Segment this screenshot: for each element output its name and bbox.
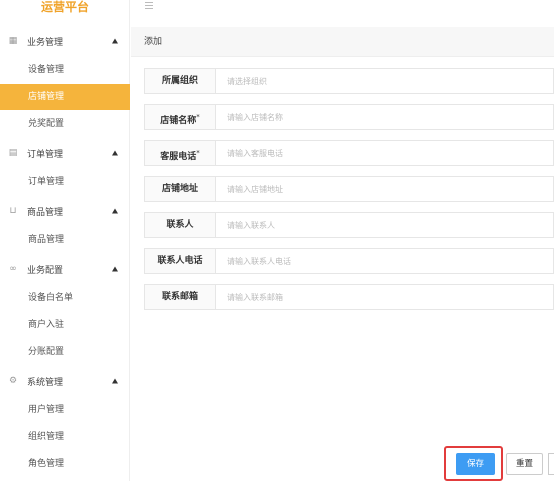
form-row-store-name: 店铺名称*: [144, 104, 554, 130]
field-label-contact-email: 联系邮箱: [145, 285, 216, 309]
sidebar-item-whitelist[interactable]: 设备白名单: [0, 285, 130, 311]
field-label-org: 所属组织: [145, 69, 216, 93]
form-row-contact-email: 联系邮箱: [144, 284, 554, 310]
field-label-store-name: 店铺名称*: [145, 105, 216, 129]
brand-title: 运营平台: [40, 0, 89, 14]
field-label-contact: 联系人: [145, 213, 216, 237]
binoculars-icon: ∞: [9, 264, 17, 274]
field-label-contact-phone: 联系人电话: [145, 249, 216, 273]
chevron-up-icon: [112, 150, 118, 156]
sidebar-item-orders[interactable]: 订单管理: [0, 169, 130, 195]
form-row-org: 所属组织: [144, 68, 554, 94]
sidebar-item-prize-config[interactable]: 兑奖配置: [0, 111, 130, 137]
field-label-address: 店铺地址: [145, 177, 216, 201]
contact-email-input[interactable]: [217, 285, 553, 309]
chevron-up-icon: [112, 208, 118, 214]
contact-phone-input[interactable]: [217, 249, 553, 273]
sidebar-group-config[interactable]: ∞ 业务配置: [0, 256, 130, 282]
chevron-up-icon: [112, 38, 118, 44]
gear-icon: ⚙: [8, 376, 18, 386]
sidebar-group-label: 系统管理: [27, 377, 64, 388]
contact-input[interactable]: [217, 213, 553, 237]
extra-button-partial[interactable]: [548, 453, 554, 475]
field-label-service-phone: 客服电话*: [145, 141, 216, 165]
menu-toggle-icon[interactable]: [145, 2, 153, 9]
sidebar-group-orders[interactable]: ▤ 订单管理: [0, 140, 130, 166]
sidebar-group-label: 商品管理: [27, 207, 64, 218]
sidebar-item-split-config[interactable]: 分账配置: [0, 339, 130, 365]
tab-add[interactable]: 添加: [144, 27, 162, 57]
cart-icon: ⊔: [9, 206, 17, 216]
sidebar-group-label: 业务配置: [27, 265, 64, 276]
sidebar-group-label: 订单管理: [27, 149, 64, 160]
save-button[interactable]: 保存: [456, 453, 495, 475]
service-phone-input[interactable]: [217, 141, 553, 165]
chevron-up-icon: [112, 378, 118, 384]
sidebar: 运营平台 ▦ 业务管理 设备管理 店铺管理 兑奖配置 ▤ 订单管理 订单管理 ⊔…: [0, 0, 130, 481]
sidebar-group-business[interactable]: ▦ 业务管理: [0, 28, 130, 54]
sidebar-item-store[interactable]: 店铺管理: [0, 84, 130, 110]
tab-bar: 添加: [131, 27, 554, 57]
sidebar-item-device[interactable]: 设备管理: [0, 57, 130, 83]
sidebar-group-system[interactable]: ⚙ 系统管理: [0, 368, 130, 394]
calendar-icon: ▤: [8, 148, 18, 158]
store-address-input[interactable]: [217, 177, 553, 201]
sidebar-item-products[interactable]: 商品管理: [0, 227, 130, 253]
chevron-up-icon: [112, 266, 118, 272]
sidebar-group-products[interactable]: ⊔ 商品管理: [0, 198, 130, 224]
org-select[interactable]: [217, 69, 553, 93]
reset-button[interactable]: 重置: [506, 453, 543, 475]
sidebar-group-label: 业务管理: [27, 37, 64, 48]
sidebar-item-users[interactable]: 用户管理: [0, 397, 130, 423]
form-row-service-phone: 客服电话*: [144, 140, 554, 166]
sidebar-item-merchant-onboard[interactable]: 商户入驻: [0, 312, 130, 338]
sidebar-item-roles[interactable]: 角色管理: [0, 451, 130, 477]
sidebar-item-orgs[interactable]: 组织管理: [0, 424, 130, 450]
form-row-contact-phone: 联系人电话: [144, 248, 554, 274]
store-name-input[interactable]: [217, 105, 553, 129]
form-row-address: 店铺地址: [144, 176, 554, 202]
form-row-contact: 联系人: [144, 212, 554, 238]
grid-plus-icon: ▦: [8, 36, 18, 46]
